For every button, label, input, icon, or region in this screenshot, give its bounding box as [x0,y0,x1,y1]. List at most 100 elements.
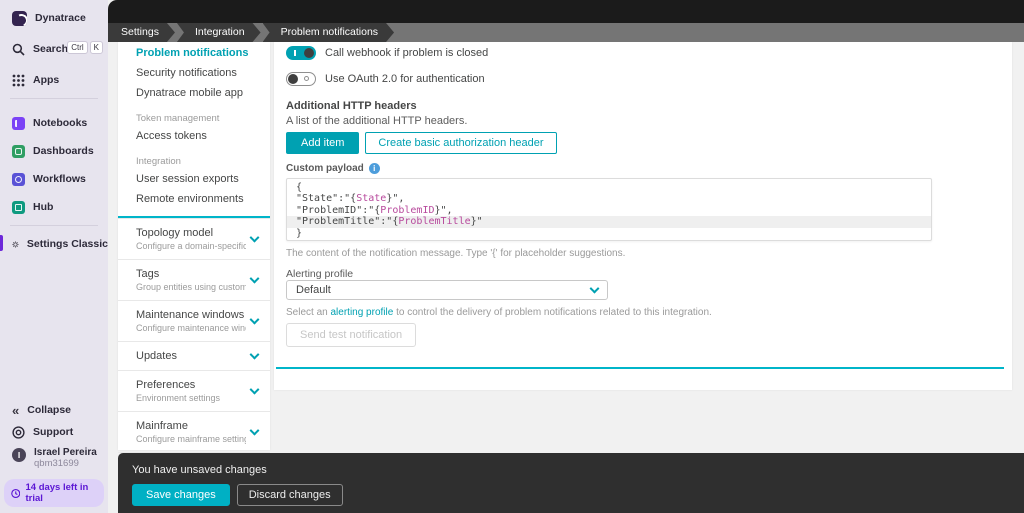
hub-icon [12,201,25,214]
nav-section-label: Integration [118,146,270,169]
toggle-label: Use OAuth 2.0 for authentication [325,73,485,85]
http-headers-actions: Add item Create basic authorization head… [286,132,557,154]
selected-indicator [0,235,3,251]
send-test-notification-button[interactable]: Send test notification [286,323,416,347]
alerting-profile-hint: Select an alerting profile to control th… [286,307,712,318]
collapse-label: Collapse [27,404,71,416]
sidebar-item-collapse[interactable]: « Collapse [0,399,108,421]
chevron-down-icon [250,350,260,360]
app-sidebar: Dynatrace Search Ctrl K Apps Notebooks Da… [0,0,108,513]
nav-group-title: Topology model [136,227,246,239]
dynatrace-app: Dynatrace Search Ctrl K Apps Notebooks Da… [0,0,1024,513]
unsaved-changes-bar: You have unsaved changes Save changes Di… [118,453,1024,513]
custom-payload-hint: The content of the notification message.… [286,248,625,259]
sidebar-item-dashboards[interactable]: Dashboards [0,140,108,162]
alerting-profile-value: Default [296,284,331,296]
settings-nav-item-problem-notifications[interactable]: Problem notifications [118,43,270,63]
user-avatar: I [12,448,26,462]
sidebar-item-label: Workflows [33,173,86,185]
sidebar-divider [10,98,98,99]
toggle-on-icon[interactable] [286,46,316,60]
nav-group-subtitle: Group entities using custom tags [136,282,246,292]
nav-group-subtitle: Environment settings [136,393,246,403]
settings-nav-group-updates[interactable]: Updates [118,341,270,370]
kbd-k: K [90,41,103,54]
nav-group-title: Maintenance windows [136,309,246,321]
toggle-label: Call webhook if problem is closed [325,47,488,59]
code-line: "ProblemID":"{ProblemID}", [287,205,931,216]
workflows-icon [12,173,25,186]
clock-icon [11,488,20,499]
settings-nav-item-user-session-exports[interactable]: User session exports [118,169,270,189]
user-id: qbm31699 [34,458,97,469]
settings-nav-panel: Problem notificationsSecurity notificati… [118,42,270,450]
main-content: Call webhook if problem is closed Use OA… [274,42,1012,390]
custom-payload-editor[interactable]: {"State":"{State}","ProblemID":"{Problem… [286,178,932,241]
alerting-profile-link[interactable]: alerting profile [330,307,393,318]
chevron-down-icon [250,274,260,284]
breadcrumb-item-integration[interactable]: Integration [177,23,261,42]
save-changes-button[interactable]: Save changes [132,484,230,506]
settings-nav-group-preferences[interactable]: PreferencesEnvironment settings [118,370,270,411]
chevron-down-icon [250,426,260,436]
chevron-down-icon [250,233,260,243]
unsaved-message: You have unsaved changes [132,464,1024,476]
apps-label: Apps [33,74,59,86]
support-label: Support [33,426,73,438]
create-basic-auth-button[interactable]: Create basic authorization header [365,132,556,154]
nav-group-subtitle: Configure mainframe settings [136,434,246,444]
apps-grid-icon [12,74,25,87]
settings-nav-group-tags[interactable]: Tags Group entities using custom tags [118,259,270,300]
settings-nav-item-access-tokens[interactable]: Access tokens [118,126,270,146]
breadcrumb-item-problem-notifications[interactable]: Problem notifications [263,23,394,42]
code-line: } [287,228,931,239]
settings-nav-item-dynatrace-mobile-app[interactable]: Dynatrace mobile app [118,83,270,103]
search-icon [12,43,25,56]
sidebar-divider [10,225,98,226]
kbd-ctrl: Ctrl [67,41,87,54]
sidebar-item-support[interactable]: Support [0,421,108,443]
nav-group-title: Tags [136,268,246,280]
breadcrumb: SettingsIntegrationProblem notifications [108,23,1024,42]
breadcrumb-item-settings[interactable]: Settings [108,23,175,42]
discard-changes-button[interactable]: Discard changes [237,484,343,506]
brand-label: Dynatrace [35,12,86,24]
sidebar-item-label: Notebooks [33,117,87,129]
code-line: "State":"{State}", [287,193,931,204]
top-chrome-strip [108,0,1024,23]
trial-label: 14 days left in trial [25,482,97,504]
notebooks-icon [12,117,25,130]
settings-nav-group-topology-model[interactable]: Topology modelConfigure a domain-specifi… [118,218,270,259]
settings-nav-item-security-notifications[interactable]: Security notifications [118,63,270,83]
trial-banner[interactable]: 14 days left in trial [4,479,104,507]
sidebar-item-hub[interactable]: Hub [0,196,108,218]
info-icon[interactable]: i [369,163,380,174]
toggle-call-webhook[interactable]: Call webhook if problem is closed [286,46,488,60]
custom-payload-label: Custom payload i [286,163,380,174]
toggle-oauth[interactable]: Use OAuth 2.0 for authentication [286,72,485,86]
sidebar-item-apps[interactable]: Apps [0,69,108,91]
user-name: Israel Pereira [34,447,97,458]
alerting-profile-label: Alerting profile [286,268,353,280]
sidebar-item-search[interactable]: Search Ctrl K [0,38,108,60]
add-item-button[interactable]: Add item [286,132,359,154]
gear-icon [12,238,19,251]
section-divider [276,367,1004,369]
settings-nav-group-maintenance-windows[interactable]: Maintenance windows Configure maintenance… [118,300,270,341]
user-menu[interactable]: I Israel Pereira qbm31699 [0,447,108,475]
code-line: "ProblemTitle":"{ProblemTitle}" [287,216,931,227]
alerting-profile-select[interactable]: Default [286,280,608,300]
nav-group-title: Mainframe [136,420,246,432]
settings-classic-label: Settings Classic [27,238,108,250]
nav-section-label: Token management [118,103,270,126]
brand-logo[interactable]: Dynatrace [0,7,108,29]
toggle-off-icon[interactable] [286,72,316,86]
search-shortcut: Ctrl K [67,41,103,54]
sidebar-item-workflows[interactable]: Workflows [0,168,108,190]
code-line: { [287,182,931,193]
sidebar-item-settings-classic[interactable]: Settings Classic [0,233,108,255]
nav-group-subtitle: Configure maintenance windows [136,323,246,333]
settings-nav-group-mainframe[interactable]: Mainframe Configure mainframe settings [118,411,270,452]
sidebar-item-notebooks[interactable]: Notebooks [0,112,108,134]
settings-nav-item-remote-environments[interactable]: Remote environments [118,189,270,209]
